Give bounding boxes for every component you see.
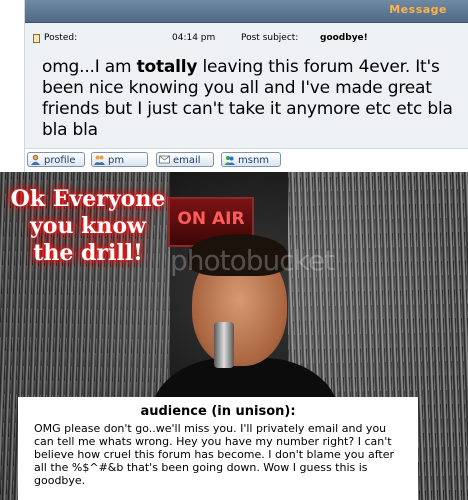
pm-button-label: pm — [108, 155, 125, 166]
email-button-label: email — [173, 155, 201, 166]
profile-button-label: profile — [44, 155, 76, 166]
users-icon — [94, 155, 105, 165]
post-subject-label: Post subject: — [241, 33, 299, 43]
user-icon — [31, 154, 40, 165]
meme-image: ON AIR photobucket Ok Everyone you know … — [0, 172, 468, 500]
post-body: omg...I am totally leaving this forum 4e… — [42, 57, 462, 141]
post-action-buttons: profile pm email msnm — [25, 149, 468, 172]
msnm-button[interactable]: msnm — [221, 152, 281, 167]
post-subject: goodbye! — [320, 33, 368, 43]
post-panel: Posted: 04:14 pm Post subject: goodbye! … — [25, 23, 468, 149]
posted-label: Posted: — [44, 33, 78, 43]
post-time: 04:14 pm — [172, 33, 216, 43]
pm-button[interactable]: pm — [91, 152, 148, 167]
post-meta: Posted: 04:14 pm Post subject: goodbye! — [33, 33, 463, 47]
left-gutter — [0, 0, 25, 172]
email-button[interactable]: email — [156, 152, 214, 167]
post-document-icon — [33, 34, 40, 43]
audience-text: OMG please don't go..we'll miss you. I'l… — [34, 422, 395, 487]
msn-messenger-icon — [224, 156, 235, 165]
post-body-emphasis: totally — [136, 57, 198, 77]
profile-button[interactable]: profile — [27, 152, 85, 167]
photobucket-watermark: photobucket — [170, 244, 335, 277]
msnm-button-label: msnm — [238, 155, 270, 166]
message-column-title: Message — [389, 3, 447, 16]
message-header: Message — [25, 0, 468, 23]
envelope-icon — [159, 155, 170, 164]
audience-title: audience (in unison): — [140, 404, 296, 419]
post-body-start: omg...I am — [42, 57, 137, 77]
microphone-icon — [214, 322, 234, 368]
glowing-caption: Ok Everyone you know the drill! — [10, 186, 166, 266]
audience-caption-box: audience (in unison): OMG please don't g… — [18, 397, 418, 500]
